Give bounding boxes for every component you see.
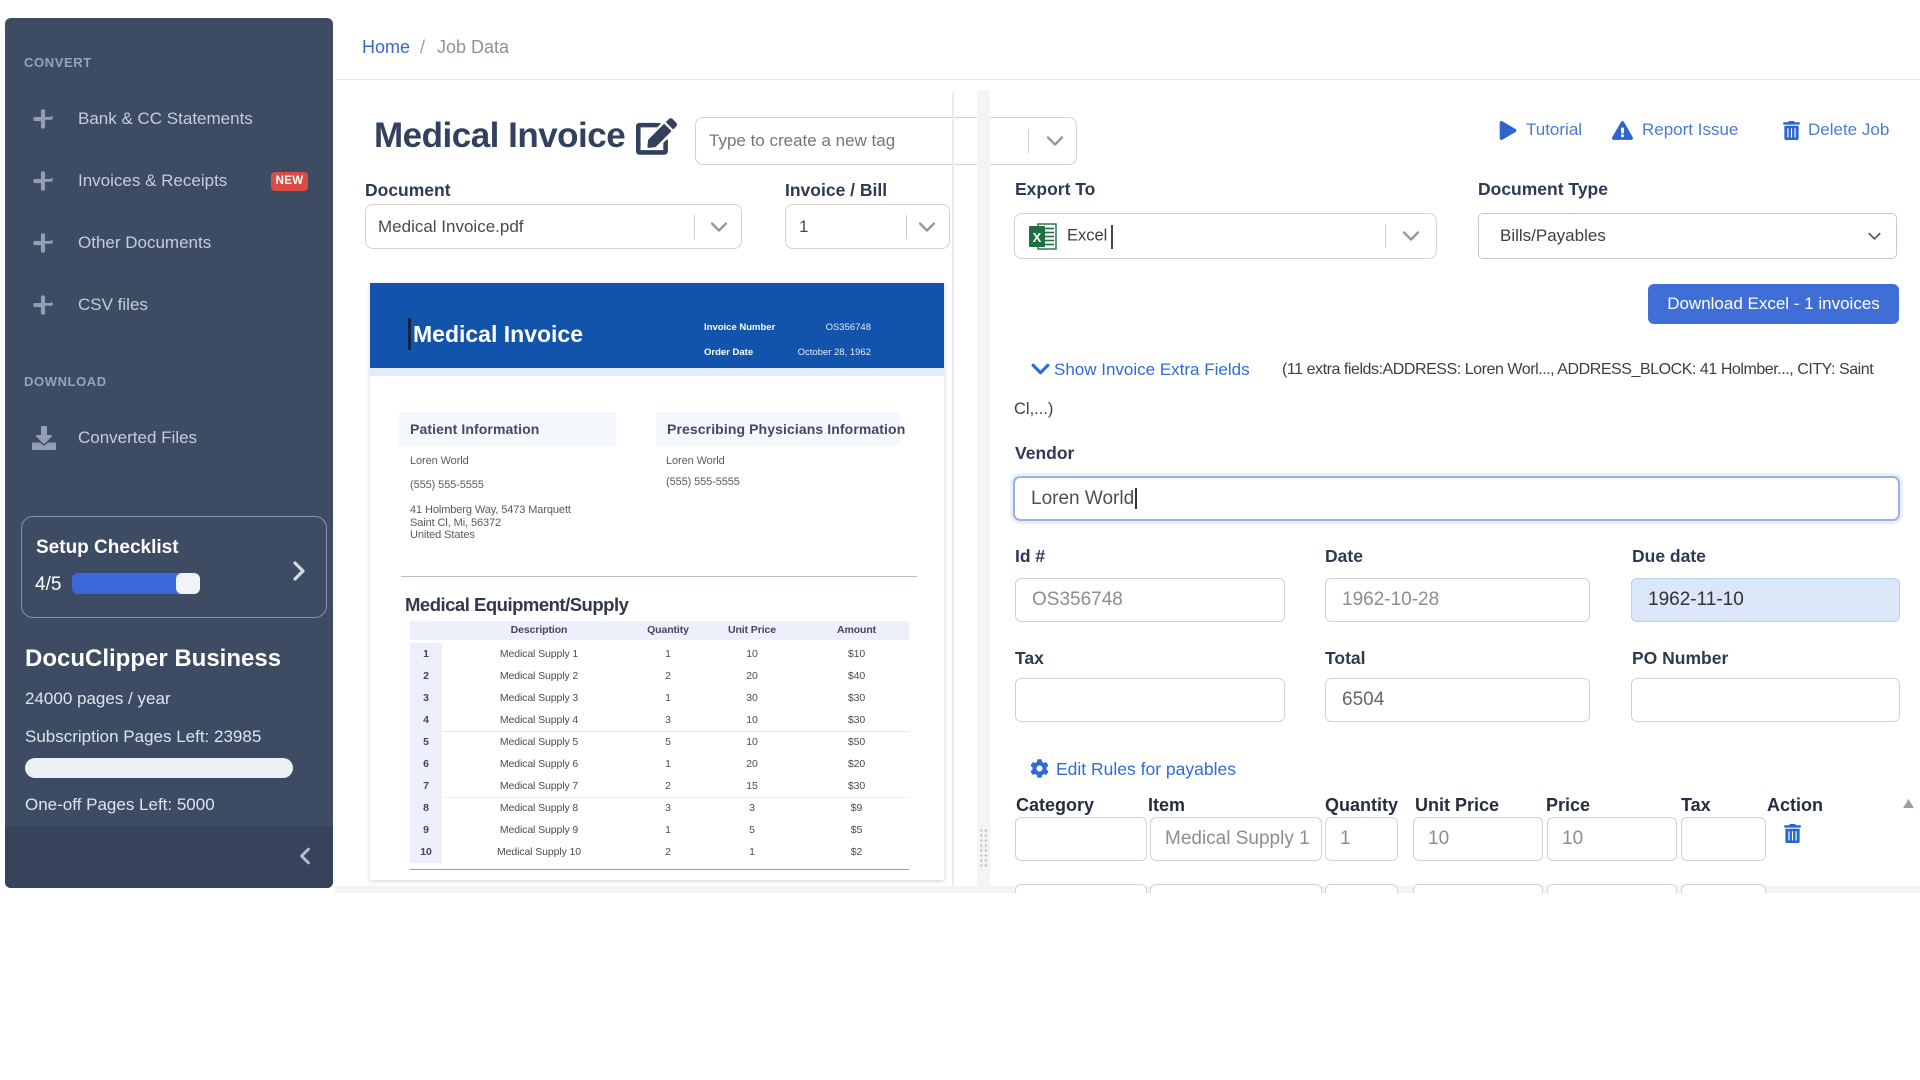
svg-text:X: X (1033, 230, 1042, 245)
